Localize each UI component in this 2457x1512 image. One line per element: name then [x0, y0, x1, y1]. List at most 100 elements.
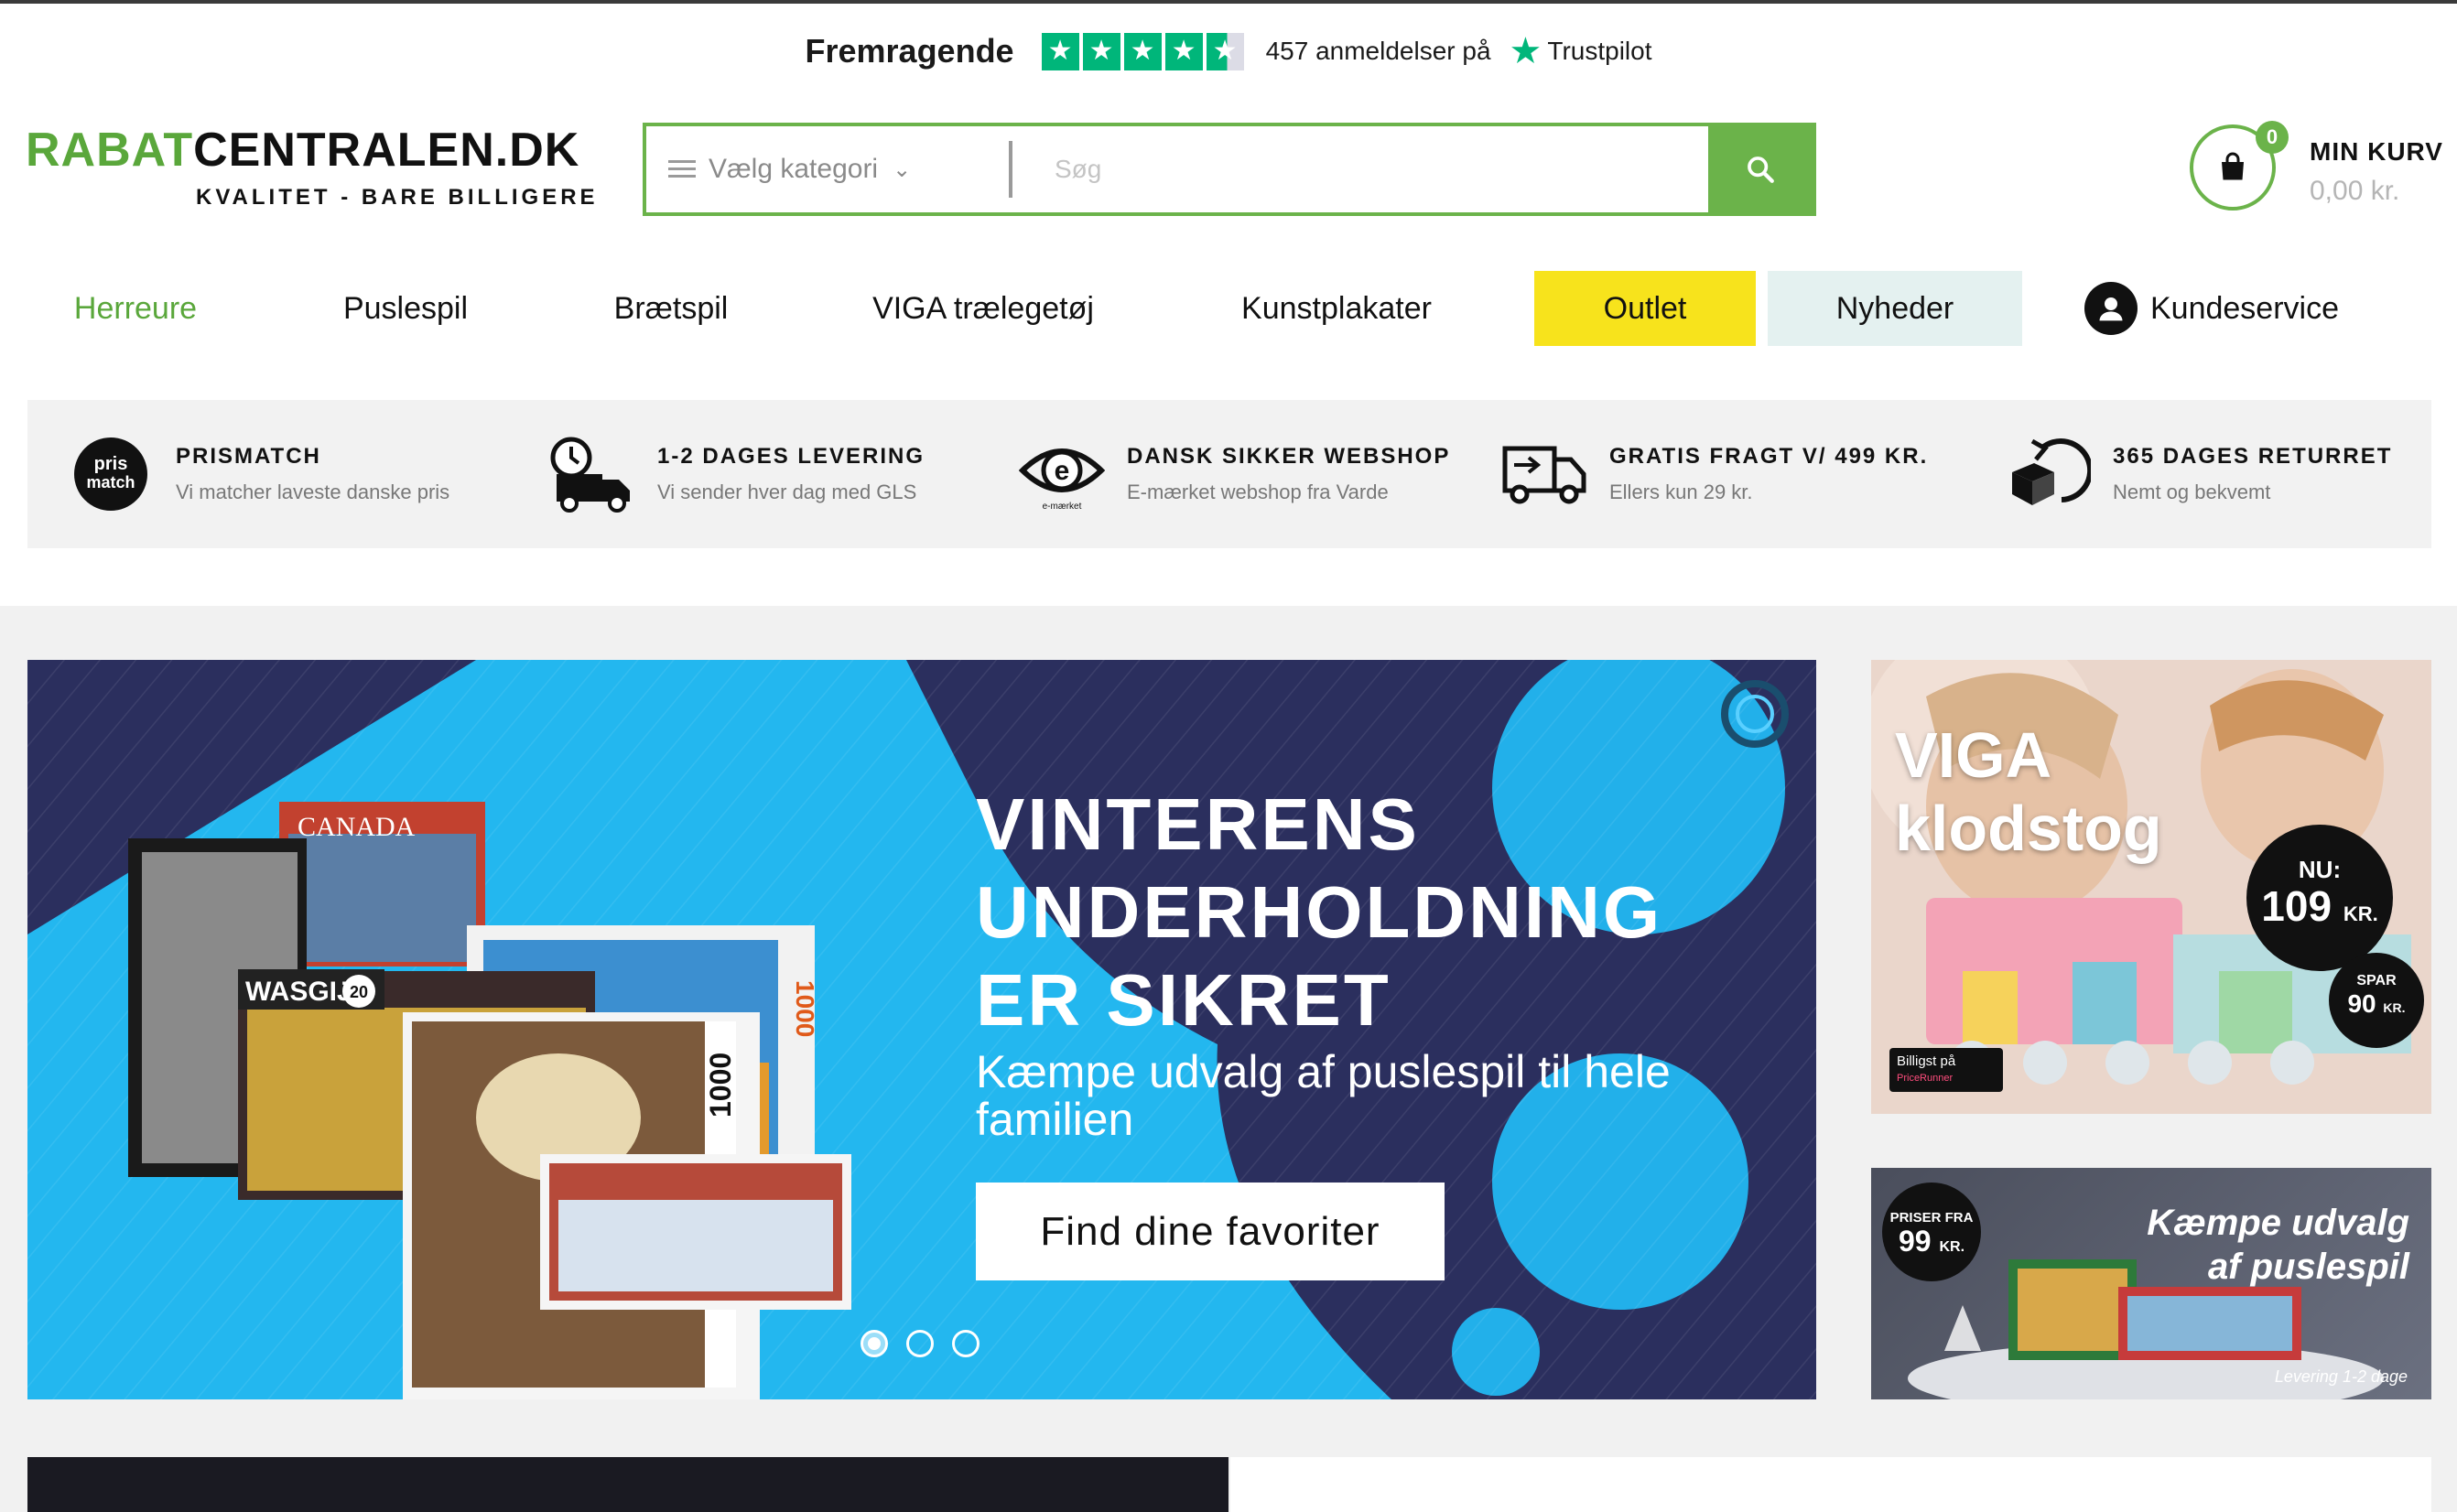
usp-title: 365 DAGES RETURRET: [2113, 444, 2393, 469]
promo-puslespil-title-line: af puslespil: [2207, 1247, 2409, 1287]
prismatch-icon: pris match: [68, 431, 154, 517]
nav-item-viga[interactable]: VIGA trælegetøj: [850, 271, 1116, 346]
category-select-label: Vælg kategori: [709, 154, 879, 184]
promo-viga-klodstog[interactable]: VIGA klodstog NU: 109 KR. SPAR 90 KR. Bi…: [1871, 660, 2431, 1114]
main-navigation: Herreure Puslespil Brætspil VIGA trælege…: [0, 271, 2457, 346]
puzzle-box-pieces-label: 1000: [704, 1053, 737, 1118]
promo-viga-now-label: NU:: [2298, 856, 2342, 883]
canada-box-label: CANADA: [298, 812, 416, 842]
usp-subtitle: Vi sender hver dag med GLS: [657, 481, 917, 503]
star-icon: ★: [1123, 32, 1162, 70]
nav-item-puslespil[interactable]: Puslespil: [314, 271, 497, 346]
promo-viga-title-line: klodstog: [1895, 793, 2162, 864]
category-select[interactable]: Vælg kategori ⌄: [646, 126, 1009, 212]
search-input[interactable]: [1012, 125, 1708, 213]
next-section-image: [27, 1457, 1228, 1512]
chevron-down-icon: ⌄: [893, 157, 912, 182]
promo-viga-save: 90: [2347, 989, 2376, 1018]
slider-progress-ring: [1721, 680, 1789, 748]
wasgij-box-label: WASGIJ: [245, 977, 352, 1007]
cart-title: MIN KURV: [2310, 137, 2443, 166]
slider-dot[interactable]: [860, 1330, 888, 1357]
promo-viga-title: VIGA klodstog: [1895, 718, 2162, 865]
slider-dot[interactable]: [906, 1330, 934, 1357]
usp-item-fragt[interactable]: GRATIS FRAGT V/ 499 KR. Ellers kun 29 kr…: [1501, 400, 1928, 548]
trustpilot-bar[interactable]: Fremragende ★ ★ ★ ★ ★ 457 anmeldelser på…: [0, 26, 2457, 77]
svg-text:e: e: [1055, 456, 1070, 486]
star-icon: ★: [1041, 32, 1079, 70]
shipping-truck-icon: [1501, 431, 1587, 517]
hero-cta-button[interactable]: Find dine favoriter: [976, 1183, 1445, 1280]
usp-item-prismatch[interactable]: pris match PRISMATCH Vi matcher laveste …: [68, 400, 449, 548]
star-icon: ★: [1082, 32, 1120, 70]
logo-text-rabat: RABAT: [26, 124, 194, 177]
promo-viga-price: 109: [2261, 882, 2333, 930]
usp-item-webshop[interactable]: e e-mærket DANSK SIKKER WEBSHOP E-mærket…: [1019, 400, 1450, 548]
return-box-icon: [2005, 431, 2091, 517]
trustpilot-stars: ★ ★ ★ ★ ★: [1041, 32, 1244, 70]
usp-subtitle: Nemt og bekvemt: [2113, 481, 2271, 503]
top-border: [0, 0, 2457, 4]
usp-subtitle: E-mærket webshop fra Varde: [1127, 481, 1389, 503]
cart-count-badge: 0: [2256, 121, 2289, 154]
hero-section: CANADA 1000 WASGIJ 20 1000 VINTERENS UND…: [0, 606, 2457, 1512]
hero-headline-line: UNDERHOLDNING: [976, 871, 1663, 953]
mini-cart[interactable]: 0 MIN KURV 0,00 kr.: [2190, 121, 2442, 216]
trustpilot-brand[interactable]: Trustpilot: [1547, 37, 1651, 66]
hero-headline: VINTERENS UNDERHOLDNING ER SIKRET: [976, 781, 1662, 1044]
shopping-bag-icon: [2222, 152, 2244, 180]
nav-item-kundeservice[interactable]: Kundeservice: [2074, 271, 2349, 346]
promo-puslespil-title-line: Kæmpe udvalg: [2147, 1203, 2409, 1243]
site-logo[interactable]: RABATCENTRALEN.DK KVALITET - BARE BILLIG…: [26, 124, 595, 218]
half-star-icon: ★: [1206, 32, 1244, 70]
logo-tagline: KVALITET - BARE BILLIGERE: [196, 185, 599, 210]
search-button[interactable]: [1708, 126, 1813, 212]
kundeservice-label: Kundeservice: [2149, 290, 2339, 326]
nav-item-herreure[interactable]: Herreure: [44, 271, 227, 346]
promo-puslespil[interactable]: PRISER FRA 99 KR. Kæmpe udvalg af pusles…: [1871, 1168, 2431, 1399]
slider-dot[interactable]: [952, 1330, 980, 1357]
promo-puslespil-price-badge: PRISER FRA 99 KR.: [1882, 1183, 1981, 1281]
search-bar: Vælg kategori ⌄: [643, 123, 1816, 216]
search-icon: [1748, 157, 1774, 183]
nav-item-nyheder[interactable]: Nyheder: [1768, 271, 2022, 346]
usp-title: PRISMATCH: [176, 444, 321, 469]
usp-title: GRATIS FRAGT V/ 499 KR.: [1609, 444, 1929, 469]
usp-subtitle: Vi matcher laveste danske pris: [176, 481, 450, 503]
e-maerket-icon-text: e-mærket: [1043, 502, 1082, 512]
nav-item-outlet[interactable]: Outlet: [1534, 271, 1756, 346]
promo-viga-price-unit: KR.: [2343, 902, 2378, 925]
logo-text-centralen: CENTRALEN.DK: [193, 124, 580, 177]
pricerunner-badge-line: Billigst på: [1897, 1053, 1956, 1069]
trustpilot-review-count[interactable]: 457 anmeldelser på: [1266, 37, 1491, 66]
e-maerket-icon: e e-mærket: [1019, 431, 1105, 517]
menu-icon: [668, 160, 696, 178]
usp-bar: pris match PRISMATCH Vi matcher laveste …: [27, 400, 2431, 548]
promo-viga-save-badge: SPAR 90 KR.: [2329, 953, 2424, 1048]
hero-subline: Kæmpe udvalg af puslespil til hele famil…: [976, 1046, 1671, 1145]
promo-puslespil-price-unit: KR.: [1939, 1239, 1965, 1255]
prismatch-icon-text-2: match: [86, 473, 135, 491]
cart-amount: 0,00 kr.: [2310, 176, 2400, 206]
delivery-truck-clock-icon: [549, 431, 635, 517]
trustpilot-rating-label: Fremragende: [805, 32, 1014, 70]
nav-item-braetspil[interactable]: Brætspil: [579, 271, 763, 346]
promo-viga-price-badge: NU: 109 KR.: [2246, 825, 2393, 971]
next-section-panel: [1230, 1457, 2431, 1512]
promo-viga-save-label: SPAR: [2356, 973, 2397, 988]
promo-viga-save-unit: KR.: [2383, 1000, 2406, 1015]
slider-dots: [860, 1330, 980, 1357]
usp-item-returret[interactable]: 365 DAGES RETURRET Nemt og bekvemt: [2005, 400, 2392, 548]
prismatch-icon-text-1: pris: [94, 454, 128, 474]
hero-slider[interactable]: CANADA 1000 WASGIJ 20 1000 VINTERENS UND…: [27, 660, 1816, 1399]
star-icon: ★: [1164, 32, 1203, 70]
usp-title: DANSK SIKKER WEBSHOP: [1127, 444, 1451, 469]
promo-puslespil-price: 99: [1898, 1225, 1932, 1258]
puzzle-box-pieces-label: 1000: [791, 980, 819, 1037]
usp-subtitle: Ellers kun 29 kr.: [1609, 481, 1753, 503]
promo-puslespil-title: Kæmpe udvalg af puslespil: [2147, 1201, 2409, 1289]
nav-item-kunstplakater[interactable]: Kunstplakater: [1218, 271, 1456, 346]
pricerunner-badge-brand: PriceRunner: [1897, 1073, 1954, 1084]
usp-item-levering[interactable]: 1-2 DAGES LEVERING Vi sender hver dag me…: [549, 400, 925, 548]
trustpilot-logo-star-icon: ★: [1509, 31, 1542, 71]
